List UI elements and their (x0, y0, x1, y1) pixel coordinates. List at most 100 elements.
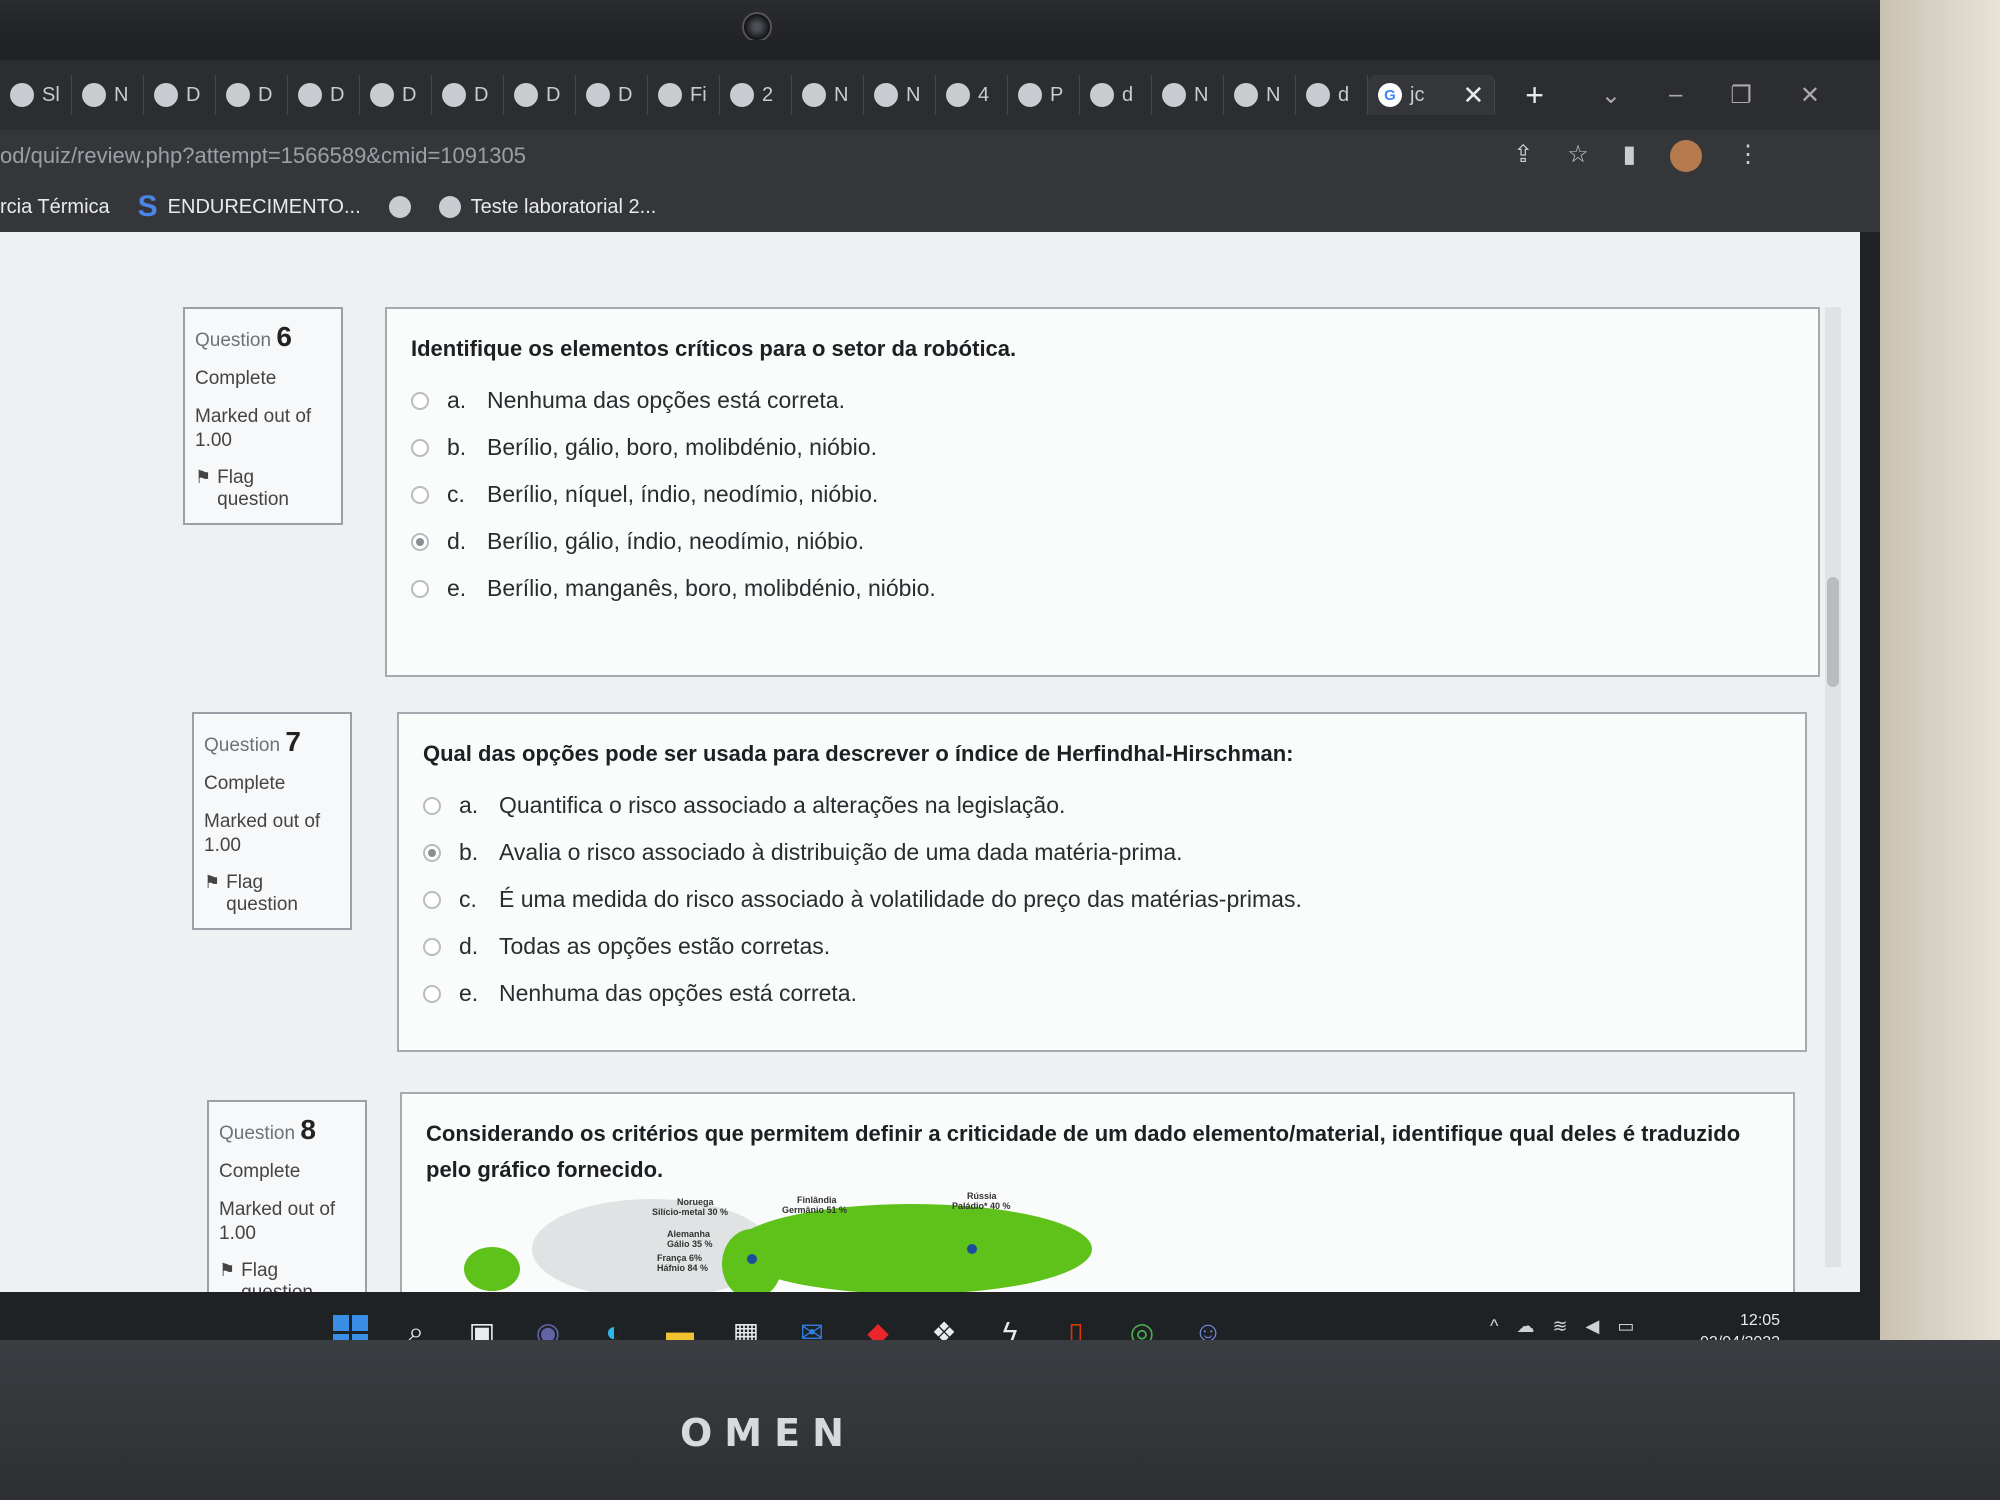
radio-button[interactable] (423, 984, 441, 1003)
scroll-thumb[interactable] (1827, 577, 1839, 687)
radio-button[interactable] (411, 391, 429, 410)
browser-tab[interactable]: N (1224, 75, 1296, 115)
address-bar[interactable]: od/quiz/review.php?attempt=1566589&cmid=… (0, 130, 1880, 182)
laptop-chassis (0, 1340, 2000, 1500)
answer-option[interactable]: c. Berílio, níquel, índio, neodímio, niób… (411, 481, 1794, 508)
bookmark-item[interactable]: rcia Térmica (0, 196, 110, 219)
bookmarks-bar: rcia Térmica S ENDURECIMENTO... Teste labor… (0, 182, 1880, 232)
answer-option[interactable]: a. Nenhuma das opções está correta. (411, 387, 1794, 414)
globe-icon (1306, 83, 1330, 107)
radio-button[interactable] (411, 485, 429, 504)
tab-label: D (474, 83, 489, 106)
side-panel-icon[interactable]: ▮ (1623, 140, 1636, 172)
answer-option[interactable]: a. Quantifica o risco associado a alteraç… (423, 792, 1781, 819)
option-text: Todas as opções estão corretas. (499, 933, 831, 959)
volume-icon[interactable]: ◀ (1586, 1316, 1600, 1337)
answer-option[interactable]: b. Berílio, gálio, boro, molibdénio, niób… (411, 434, 1794, 461)
answer-option[interactable]: d. Todas as opções estão corretas. (423, 933, 1781, 960)
globe-icon (1018, 83, 1042, 107)
battery-icon[interactable]: ▭ (1617, 1316, 1634, 1337)
answer-option[interactable]: b. Avalia o risco associado à distribuiçã… (423, 839, 1781, 866)
bookmark-label: rcia Térmica (0, 195, 110, 218)
browser-tab[interactable]: D (144, 75, 216, 115)
chevron-up-icon[interactable]: ^ (1490, 1316, 1498, 1337)
chevron-down-icon[interactable]: ⌄ (1601, 81, 1621, 110)
browser-tab[interactable]: d (1080, 75, 1152, 115)
tab-label: Fi (690, 83, 707, 106)
browser-tab[interactable]: D (216, 75, 288, 115)
new-tab-button[interactable]: + (1525, 77, 1544, 114)
background-wall (1880, 0, 2000, 1500)
bookmark-item[interactable] (388, 196, 411, 218)
onedrive-icon[interactable]: ☁ (1516, 1316, 1534, 1337)
map-label: Noruega (677, 1197, 714, 1207)
flag-question-link[interactable]: ⚑Flag question (204, 872, 340, 916)
browser-tab[interactable]: N (792, 75, 864, 115)
browser-tab[interactable]: Sl (0, 75, 72, 115)
tab-strip: Sl N D D D D D D D Fi 2 N N 4 Pd N Nd Gjc ✕ + ⌄ – ❐ ✕ (0, 60, 1880, 130)
browser-tab-active[interactable]: Gjc ✕ (1368, 75, 1496, 115)
tab-label: D (546, 83, 561, 106)
browser-tab[interactable]: N (1152, 75, 1224, 115)
page-scrollbar[interactable] (1825, 307, 1841, 1267)
browser-tab[interactable]: D (432, 75, 504, 115)
browser-tab[interactable]: D (576, 75, 648, 115)
browser-tab[interactable]: D (360, 75, 432, 115)
globe-icon (298, 83, 322, 107)
flag-question-link[interactable]: ⚑Flag question (195, 467, 331, 511)
tab-label: N (906, 83, 921, 106)
restore-icon[interactable]: ❐ (1730, 81, 1752, 110)
option-letter: b. (459, 839, 479, 865)
browser-tab[interactable]: N (864, 75, 936, 115)
tab-label: N (1266, 83, 1281, 106)
globe-icon (388, 196, 411, 218)
question-6-info: Question 6 Complete Marked out of 1.00 ⚑… (183, 307, 343, 525)
wifi-icon[interactable]: ≋ (1552, 1316, 1567, 1337)
map-label: Finlândia (797, 1195, 837, 1205)
radio-button[interactable] (423, 890, 441, 909)
option-letter: d. (447, 528, 467, 554)
browser-tab[interactable]: Fi (648, 75, 720, 115)
answer-option[interactable]: e. Berílio, manganês, boro, molibdénio, n… (411, 575, 1794, 602)
question-6-card: Identifique os elementos críticos para o… (385, 307, 1820, 677)
tab-label: D (618, 83, 633, 106)
answer-option[interactable]: c. É uma medida do risco associado à vola… (423, 886, 1781, 913)
flag-label: Flag question (241, 1260, 313, 1292)
browser-tab[interactable]: N (72, 75, 144, 115)
radio-button[interactable] (411, 532, 429, 551)
globe-icon (154, 83, 178, 107)
option-text: Avalia o risco associado à distribuição … (499, 839, 1183, 865)
menu-icon[interactable]: ⋮ (1736, 140, 1760, 172)
answer-option[interactable]: e. Nenhuma das opções está correta. (423, 980, 1781, 1007)
radio-button[interactable] (411, 579, 429, 598)
browser-tab[interactable]: P (1008, 75, 1080, 115)
browser-tab[interactable]: 2 (720, 75, 792, 115)
profile-avatar[interactable] (1670, 140, 1702, 172)
radio-button[interactable] (423, 937, 441, 956)
map-label: Germânio 51 % (782, 1205, 848, 1215)
tab-label: D (258, 83, 273, 106)
radio-button[interactable] (423, 843, 441, 862)
url-text[interactable]: od/quiz/review.php?attempt=1566589&cmid=… (0, 143, 526, 169)
option-text: Berílio, gálio, boro, molibdénio, nióbio… (487, 434, 877, 460)
flag-question-link[interactable]: ⚑Flag question (219, 1260, 355, 1292)
map-label: Alemanha (667, 1229, 711, 1239)
browser-tab[interactable]: d (1296, 75, 1368, 115)
bookmark-item[interactable]: S ENDURECIMENTO... (138, 190, 361, 224)
browser-tab[interactable]: D (288, 75, 360, 115)
close-window-icon[interactable]: ✕ (1800, 81, 1820, 110)
browser-tab[interactable]: D (504, 75, 576, 115)
close-tab-icon[interactable]: ✕ (1462, 80, 1484, 111)
radio-button[interactable] (423, 796, 441, 815)
minimize-icon[interactable]: – (1669, 81, 1682, 110)
radio-button[interactable] (411, 438, 429, 457)
answer-option[interactable]: d. Berílio, gálio, índio, neodímio, nióbi… (411, 528, 1794, 555)
star-icon[interactable]: ☆ (1567, 140, 1589, 172)
share-icon[interactable]: ⇪ (1513, 140, 1533, 172)
flag-label: Flag question (217, 467, 289, 510)
webcam (742, 12, 772, 42)
browser-tab[interactable]: 4 (936, 75, 1008, 115)
bookmark-item[interactable]: Teste laboratorial 2... (438, 196, 656, 219)
flag-icon: ⚑ (204, 872, 221, 892)
address-bar-actions: ⇪ ☆ ▮ ⋮ (1513, 140, 1880, 172)
